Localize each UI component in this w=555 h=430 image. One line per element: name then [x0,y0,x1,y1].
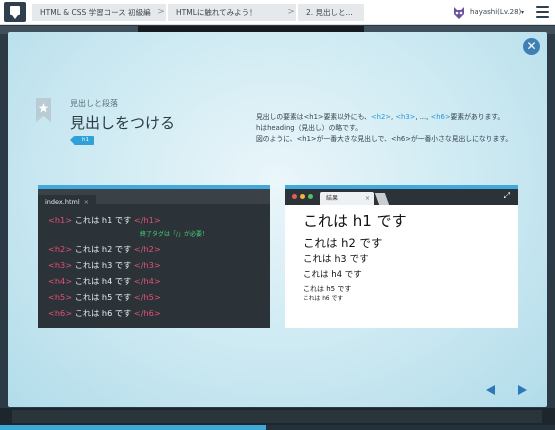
close-icon[interactable]: ✕ [523,38,540,55]
description-line: hはheading（見出し）の略です。 [256,123,526,134]
breadcrumb-separator: > [286,4,296,21]
breadcrumb-lesson[interactable]: 2. 見出しと... [298,4,364,21]
window-minimize-dot [300,194,305,199]
description-text: hはheading（見出し）の略です。 [256,124,362,132]
code-text: これは h5 です [72,292,134,302]
description-text: 要素があります。 [450,113,505,121]
rendered-headings: これは h1 です これは h2 です これは h3 です これは h4 です これは … [285,205,518,304]
progate-logo-icon[interactable] [4,2,26,22]
description-line: 見出しの要素は<h1>要素以外にも、<h2>, <h3>, ..., <h6>要… [256,112,526,123]
code-content: <h1> これは h1 です </h1> 終了タグは「/」が必要！ <h2> これは… [38,204,270,321]
description-text: , ..., [415,113,431,121]
editor-tab-bar: index.html × [38,189,270,210]
description-text: 図のように、<h1>が一番大きな見出しで、<h6>が一番小さな見出しになります。 [256,135,513,143]
avatar[interactable] [452,4,466,20]
open-tag: <h2> [48,244,73,254]
browser-tab-bar: 結果 × ⤢ [285,189,518,205]
editor-tab-index-html[interactable]: index.html × [38,195,97,210]
description-text: 見出しの要素は<h1>要素以外にも、 [256,113,371,121]
open-tag: <h3> [48,260,73,270]
open-tag: <h5> [48,292,73,302]
highlighted-tag: <h6> [430,113,451,121]
breadcrumb-course[interactable]: HTML & CSS 学習コース 初級編 [32,4,156,21]
close-tag: </h3> [133,260,161,270]
code-line: <h1> これは h1 です </h1> [48,212,270,228]
heading-h3: これは h3 です [303,254,369,266]
code-editor-panel: index.html × <h1> これは h1 です </h1> 終了タグは「/」… [38,185,270,328]
breadcrumb-chapter[interactable]: HTMLに触れてみよう！ [168,4,286,21]
heading-h6: これは h6 です [303,296,344,303]
breadcrumb: HTML & CSS 学習コース 初級編 > HTMLに触れてみよう！ > 2.… [32,4,364,21]
lesson-description: 見出しの要素は<h1>要素以外にも、<h2>, <h3>, ..., <h6>要… [256,112,526,145]
window-close-dot [292,194,297,199]
close-tag: </h2> [133,244,161,254]
browser-tab-result[interactable]: 結果 × [320,192,374,205]
code-line: <h5> これは h5 です </h5> [48,289,270,305]
bottom-bar [0,408,555,430]
lesson-subtitle: 見出しと段落 [70,99,118,108]
browser-preview-panel: 結果 × ⤢ これは h1 です これは h2 です これは h3 です これは h4… [285,185,518,328]
code-text: これは h6 です [72,308,134,318]
close-tag: </h5> [133,292,161,302]
code-line: <h6> これは h6 です </h6> [48,305,270,321]
close-tag: </h1> [133,215,161,225]
close-tag: </h6> [133,308,161,318]
open-tag: <h4> [48,276,73,286]
progress-bar [0,425,267,430]
bottom-panel [0,408,555,425]
next-slide-button[interactable] [518,385,527,395]
close-tab-icon[interactable]: × [84,198,89,206]
window-maximize-dot [308,194,313,199]
top-navigation-bar: HTML & CSS 学習コース 初級編 > HTMLに触れてみよう！ > 2.… [0,0,555,25]
code-line: <h3> これは h3 です </h3> [48,257,270,273]
lesson-slide-modal: ✕ 見出しと段落 見出しをつける h1 見出しの要素は<h1>要素以外にも、<h… [8,32,547,407]
page-title: 見出しをつける [70,114,176,132]
highlighted-tag: <h3> [395,113,416,121]
code-text: これは h2 です [72,244,134,254]
heading-h5: これは h5 です [303,284,352,293]
browser-tab-label: 結果 [326,195,339,202]
expand-icon[interactable]: ⤢ [504,191,510,201]
editor-tab-label: index.html [45,198,80,206]
code-text: これは h3 です [72,260,134,270]
close-tab-icon[interactable]: × [365,192,370,205]
open-tag: <h1> [48,215,73,225]
tag-badge: h1 [70,136,94,145]
close-tag: </h4> [133,276,161,286]
code-text: これは h4 です [72,276,134,286]
highlighted-tag: <h2> [370,113,392,121]
chevron-down-icon[interactable]: ▾ [521,0,524,25]
breadcrumb-separator: > [156,4,166,21]
heading-h1: これは h1 です [303,212,407,230]
username[interactable]: hayashi(Lv.28) [470,0,521,25]
previous-slide-button[interactable] [486,385,495,395]
code-text: これは h1 です [72,215,134,225]
code-line: <h4> これは h4 です </h4> [48,273,270,289]
heading-h4: これは h4 です [303,270,362,280]
open-tag: <h6> [48,308,73,318]
code-line: <h2> これは h2 です </h2> [48,241,270,257]
new-tab-button[interactable] [374,193,390,205]
hamburger-menu-icon[interactable] [536,6,549,18]
heading-h2: これは h2 です [303,235,383,250]
editor-hint-note: 終了タグは「/」が必要！ [140,231,209,238]
description-line: 図のように、<h1>が一番大きな見出しで、<h6>が一番小さな見出しになります。 [256,134,526,145]
bookmark-icon [36,98,51,122]
